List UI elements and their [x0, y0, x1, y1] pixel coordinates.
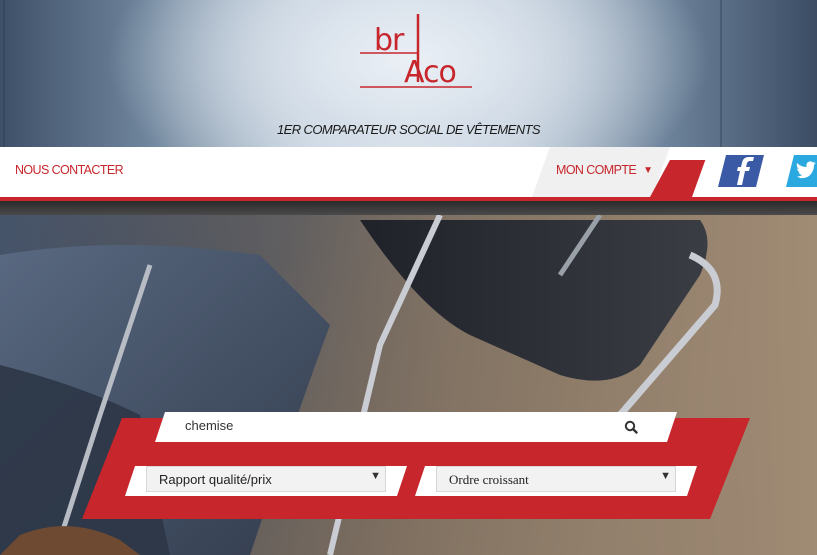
- account-menu-label: MON COMPTE: [556, 163, 637, 177]
- sort-criteria-select[interactable]: Rapport qualité/prix ▼: [146, 466, 386, 492]
- sort-order-select[interactable]: Ordre croissant ▼: [436, 466, 676, 492]
- nav-contact-link[interactable]: NOUS CONTACTER: [15, 163, 124, 177]
- dropdown-arrow-icon: ▼: [370, 470, 381, 482]
- facebook-icon[interactable]: [716, 154, 766, 188]
- search-icon[interactable]: [620, 417, 642, 439]
- account-menu-button[interactable]: MON COMPTE ▼: [556, 163, 653, 177]
- search-input[interactable]: [185, 414, 605, 436]
- logo-text-bottom: Aco: [404, 55, 456, 90]
- dropdown-arrow-icon: ▼: [660, 470, 671, 482]
- caret-down-icon: ▼: [643, 165, 653, 176]
- site-header: br Aco 1ER COMPARATEUR SOCIAL DE VÊTEMEN…: [0, 0, 817, 147]
- braco-logo[interactable]: br Aco: [360, 10, 472, 90]
- nav-dark-divider: [0, 201, 817, 215]
- sort-order-value: Ordre croissant: [449, 472, 529, 487]
- site-tagline: 1ER COMPARATEUR SOCIAL DE VÊTEMENTS: [277, 122, 540, 137]
- twitter-icon[interactable]: [786, 154, 817, 188]
- sort-criteria-value: Rapport qualité/prix: [159, 472, 272, 487]
